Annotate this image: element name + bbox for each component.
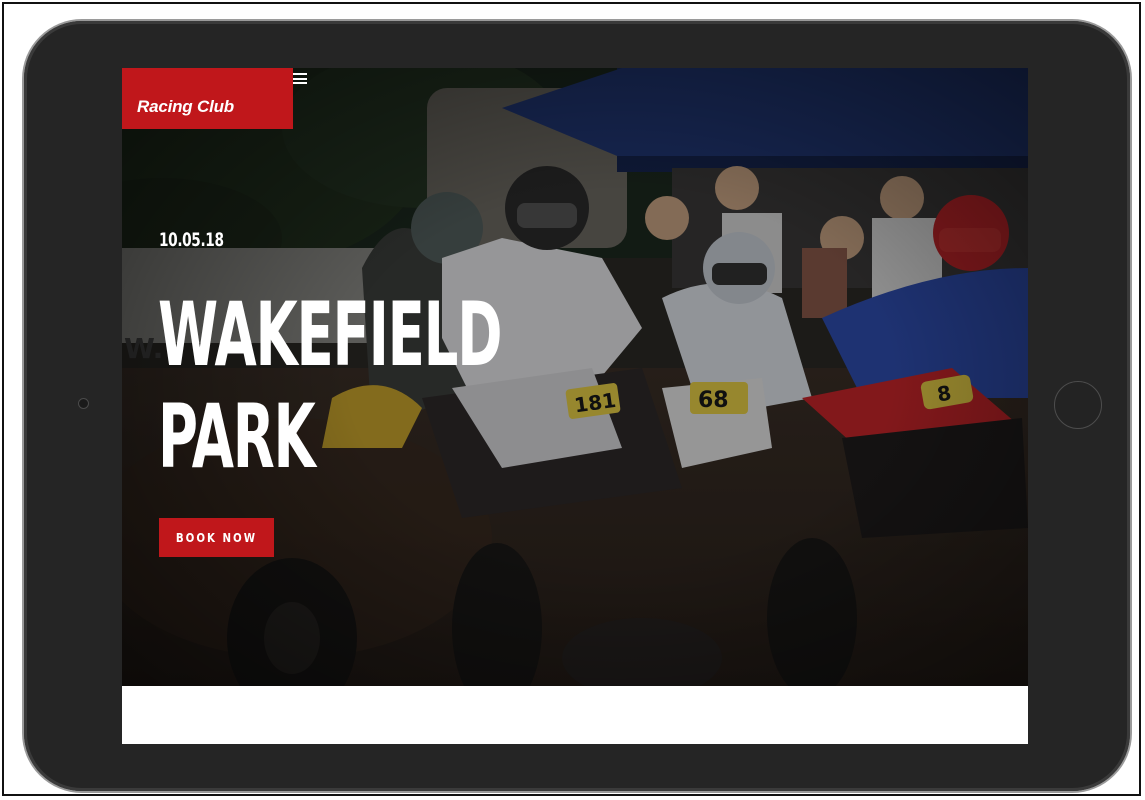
- hero-section: W.: [122, 68, 1028, 686]
- book-now-label: BOOK NOW: [175, 530, 258, 545]
- tablet-device: W.: [24, 21, 1130, 791]
- event-date: 10.05.18: [159, 229, 224, 251]
- site-logo-text: Racing Club: [137, 96, 234, 116]
- hero-title-line-2: PARK: [158, 385, 316, 488]
- hero-title: WAKEFIELD PARK: [158, 283, 502, 488]
- book-now-button[interactable]: BOOK NOW: [159, 518, 274, 557]
- logo-box[interactable]: Racing Club: [122, 68, 293, 129]
- content-area-below-hero: [122, 686, 1028, 744]
- tablet-screen: W.: [122, 68, 1028, 744]
- hero-title-line-1: WAKEFIELD: [158, 283, 502, 386]
- home-button[interactable]: [1054, 381, 1102, 429]
- front-camera: [78, 398, 89, 409]
- hamburger-menu-icon[interactable]: [293, 73, 307, 85]
- screenshot-frame: W.: [2, 2, 1141, 796]
